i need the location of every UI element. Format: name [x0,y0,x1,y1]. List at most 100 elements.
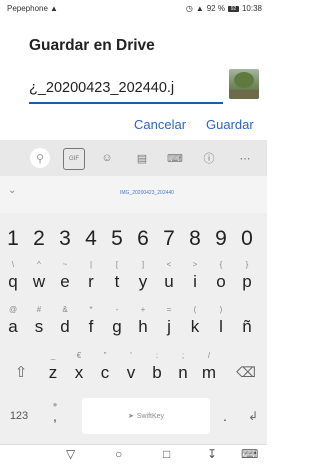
key-r[interactable]: | r [78,259,104,303]
collapse-icon[interactable]: ⌄ [8,185,16,196]
key-b-label: b [152,363,162,382]
key-1-label: 1 [7,227,19,250]
key-t[interactable]: [t [104,259,130,303]
key-8[interactable]: 8 [182,217,208,261]
key-b[interactable]: :b [144,350,170,394]
translate-icon[interactable]: ⌨ [165,148,185,168]
thumbnail-tree [234,72,254,88]
key-c-label: c [100,363,110,382]
key-t-alt: [ [115,260,119,269]
key-t-label: t [114,272,120,291]
key-g[interactable]: -g [104,304,130,348]
key-9-label: 9 [215,227,227,250]
key-j[interactable]: = j [156,304,182,348]
back-icon[interactable]: ▽ [66,447,75,461]
key-y[interactable]: ] y [130,259,156,303]
key-h[interactable]: + h [130,304,156,348]
key-a-alt: @ [8,305,18,314]
suggestion-word[interactable]: IMG_20200423_202440 [120,190,174,196]
key-6[interactable]: 6 [130,217,156,261]
info-icon[interactable]: ⓘ [199,148,219,168]
backspace-key[interactable]: ⌫ [229,350,263,394]
key-enye[interactable]: ñ [234,304,260,348]
key-z[interactable]: _ z [40,350,66,394]
key-0[interactable]: 0 [234,217,260,261]
key-4[interactable]: 4 [78,217,104,261]
key-z-label: z [48,363,58,382]
key-7[interactable]: 7 [156,217,182,261]
key-9[interactable]: 9 [208,217,234,261]
key-s-label: s [34,317,44,336]
key-h-alt: + [140,305,146,314]
key-s-alt: # [36,305,42,314]
key-x[interactable]: € x [66,350,92,394]
key-3[interactable]: 3 [52,217,78,261]
key-1[interactable]: 1 [0,217,26,261]
enter-key[interactable]: ↲ [241,398,265,434]
keyboard-switch-icon[interactable]: ⌨ [241,447,258,461]
key-o[interactable]: {o [208,259,234,303]
key-2[interactable]: 2 [26,217,52,261]
key-a[interactable]: @ a [0,304,26,348]
keyboard-number-row: 1 2 3 4 5 6 7 8 9 0 [0,217,267,261]
key-x-alt: € [76,351,82,360]
key-w[interactable]: ^ w [26,259,52,303]
key-u[interactable]: < u [156,259,182,303]
key-r-alt: | [89,260,93,269]
period-key[interactable]: . [214,398,236,434]
cancel-button[interactable]: Cancelar [134,117,186,132]
key-5[interactable]: 5 [104,217,130,261]
key-6-label: 6 [137,227,149,250]
key-x-label: x [74,363,84,382]
key-q[interactable]: \ q [0,259,26,303]
hide-keyboard-icon[interactable]: ↧ [207,447,217,461]
keyboard-toolbar: ⚲ GIF ☺ ▤ ⌨ ⓘ ⋯ [0,140,267,176]
carrier: Pepephone ▲ [7,4,58,13]
filename-input[interactable]: ¿_20200423_202440.j [29,80,213,102]
key-i-alt: > [192,260,198,269]
filename-underline [29,102,223,104]
key-v[interactable]: ' v [118,350,144,394]
comma-key-label: , [53,408,57,424]
key-i[interactable]: > i [182,259,208,303]
key-d[interactable]: & d [52,304,78,348]
suggestion-bar: ⌄ IMG_20200423_202440 [0,176,267,213]
space-bar-label: SwiftKey [136,412,165,420]
key-e-label: e [60,272,70,291]
key-l[interactable]: ) l [208,304,234,348]
gif-icon[interactable]: GIF [63,148,85,170]
save-button[interactable]: Guardar [206,117,254,132]
clipboard-icon[interactable]: ▤ [132,148,152,168]
sticker-icon[interactable]: ☺ [97,148,117,168]
space-bar[interactable]: ➤ SwiftKey [82,398,210,434]
key-m[interactable]: / m [196,350,222,394]
key-p-alt: } [245,260,249,269]
key-c[interactable]: " c [92,350,118,394]
key-p[interactable]: } p [234,259,260,303]
search-icon[interactable]: ⚲ [30,148,50,168]
backspace-icon: ⌫ [236,363,256,380]
key-l-alt: ) [219,305,223,314]
battery-percent: 92 % [206,4,225,13]
key-n-alt: ; [181,351,185,360]
recents-icon[interactable]: □ [163,447,170,461]
battery-icon: 92 [227,5,239,12]
comma-key[interactable]: ● , [40,398,70,434]
key-u-alt: < [166,260,172,269]
key-e[interactable]: ~ e [52,259,78,303]
key-y-label: y [138,272,148,291]
key-o-label: o [216,272,226,291]
thumbnail-ground [229,90,259,99]
key-f[interactable]: * f [78,304,104,348]
key-h-label: h [138,317,148,336]
home-icon[interactable]: ○ [115,447,122,461]
numbers-key[interactable]: 123 [4,398,34,434]
more-icon[interactable]: ⋯ [235,148,255,168]
key-n[interactable]: ; n [170,350,196,394]
key-s[interactable]: # s [26,304,52,348]
key-p-label: p [242,272,252,291]
key-k[interactable]: (k [182,304,208,348]
status-bar: Pepephone ▲ ◷ ▲ 92 % 92 10:38 [0,0,267,18]
key-z-alt: _ [50,351,56,360]
navigation-bar: ▽ ○ □ ↧ ⌨ [0,444,267,465]
